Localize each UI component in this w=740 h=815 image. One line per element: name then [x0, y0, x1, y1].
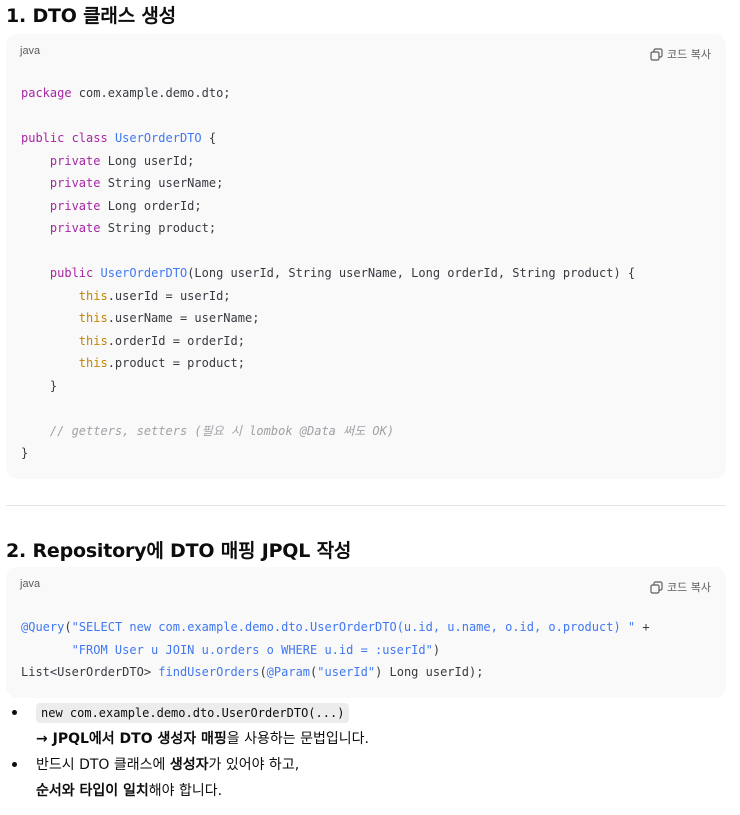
copy-code-button[interactable]: 코드 복사: [650, 579, 711, 595]
copy-code-label: 코드 복사: [667, 581, 711, 594]
code-block-dto-class: java 코드 복사 package com.example.demo.dto;…: [6, 34, 726, 479]
note-text: 해야 합니다.: [148, 783, 223, 799]
copy-code-button[interactable]: 코드 복사: [650, 46, 711, 62]
copy-code-label: 코드 복사: [667, 48, 711, 61]
code-content: package com.example.demo.dto; public cla…: [21, 86, 636, 460]
section-divider: [6, 505, 726, 506]
section-heading-repository: 2. Repository에 DTO 매핑 JPQL 작성: [6, 540, 352, 562]
inline-code: new com.example.demo.dto.UserOrderDTO(..…: [36, 703, 350, 723]
note-emphasis: 순서와 타입이 일치: [36, 783, 149, 799]
list-item: 반드시 DTO 클래스에 생성자가 있어야 하고, 순서와 타입이 일치해야 합…: [6, 752, 726, 804]
note-emphasis: 생성자: [169, 757, 209, 773]
note-text: 가 있어야 하고,: [208, 757, 300, 773]
note-emphasis: → JPQL에서 DTO 생성자 매핑: [36, 731, 227, 747]
code-block-repository: java 코드 복사 @Query("SELECT new com.exampl…: [6, 567, 726, 698]
copy-icon: [650, 47, 663, 61]
code-content: @Query("SELECT new com.example.demo.dto.…: [21, 620, 650, 679]
code-language-label: java: [20, 45, 41, 57]
code-language-label: java: [20, 578, 41, 590]
list-item: new com.example.demo.dto.UserOrderDTO(..…: [6, 700, 726, 752]
note-text: 을 사용하는 문법입니다.: [226, 731, 369, 747]
copy-icon: [650, 580, 663, 594]
section-heading-dto-class: 1. DTO 클래스 생성: [6, 5, 176, 27]
notes-list: new com.example.demo.dto.UserOrderDTO(..…: [6, 700, 726, 804]
note-text: 반드시 DTO 클래스에: [36, 757, 170, 773]
